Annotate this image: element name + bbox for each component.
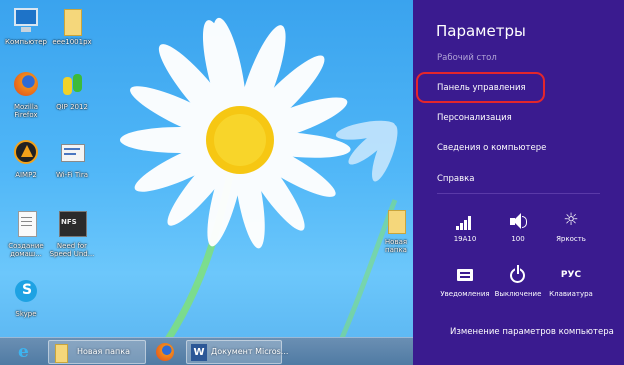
personalization-link[interactable]: Персонализация [437, 113, 512, 123]
desktop-icon-skype[interactable]: S Skype [0, 278, 52, 318]
qip-icon [57, 71, 87, 101]
computer-icon [11, 6, 41, 36]
folder-icon [57, 6, 87, 36]
folder-icon [386, 206, 406, 236]
wallpaper-daisy [120, 17, 398, 365]
quick-power[interactable]: Выключение [488, 265, 548, 298]
quick-notifications[interactable]: Уведомления [435, 265, 495, 298]
power-icon [508, 265, 528, 287]
notifications-icon [456, 265, 474, 287]
help-link[interactable]: Справка [437, 174, 474, 184]
desktop-icon-eee1001px[interactable]: eee1001px [46, 6, 98, 46]
nfs-icon: NFS [57, 210, 87, 240]
folder-icon [55, 344, 68, 363]
aimp-icon [11, 139, 41, 169]
desktop-icon-novaya-papka[interactable]: Новая папка [376, 206, 413, 254]
desktop-icon-nfs[interactable]: NFS Need for Speed Und... [46, 210, 98, 258]
desktop-icon-wifi-tira[interactable]: Wi-Fi Tira [46, 139, 98, 179]
change-pc-settings-link[interactable]: Изменение параметров компьютера [450, 327, 614, 337]
charm-subtitle: Рабочий стол [437, 53, 497, 63]
charm-title: Параметры [436, 22, 526, 40]
volume-icon [509, 210, 527, 232]
quick-brightness[interactable]: ☼ Яркость [541, 210, 601, 243]
desktop-icon-firefox[interactable]: Mozilla Firefox [0, 71, 52, 119]
taskbar-ie[interactable]: e [12, 340, 42, 364]
quick-network[interactable]: 19A10 [435, 210, 495, 243]
word-icon: W [191, 344, 207, 361]
network-signal-icon [456, 210, 474, 232]
quick-volume[interactable]: 100 [488, 210, 548, 243]
desktop: Компьютер eee1001px Mozilla Firefox QIP … [0, 0, 413, 365]
firefox-icon [11, 71, 41, 101]
wifi-tool-icon [57, 139, 87, 169]
settings-charm: Параметры Рабочий стол Панель управления… [413, 0, 624, 365]
quick-keyboard[interactable]: РУС Клавиатура [541, 265, 601, 298]
skype-icon: S [11, 278, 41, 308]
desktop-icon-computer[interactable]: Компьютер [0, 6, 52, 46]
keyboard-icon: РУС [560, 270, 582, 280]
firefox-icon [156, 343, 174, 361]
desktop-icon-qip[interactable]: QIP 2012 [46, 71, 98, 111]
charm-divider [437, 193, 600, 194]
ie-icon: e [18, 342, 29, 362]
brightness-icon: ☼ [563, 210, 579, 230]
pc-info-link[interactable]: Сведения о компьютере [437, 143, 546, 153]
taskbar-firefox[interactable] [150, 340, 180, 364]
desktop-icon-sozdanie[interactable]: Создание домаш... [0, 210, 52, 258]
desktop-icon-aimp[interactable]: AIMP2 [0, 139, 52, 179]
taskbar-novaya-papka[interactable]: Новая папка [48, 340, 146, 364]
control-panel-link[interactable]: Панель управления [437, 83, 526, 93]
taskbar: e Новая папка W Документ Micros... [0, 337, 413, 365]
taskbar-word-document[interactable]: W Документ Micros... [186, 340, 288, 364]
document-icon [11, 210, 41, 240]
